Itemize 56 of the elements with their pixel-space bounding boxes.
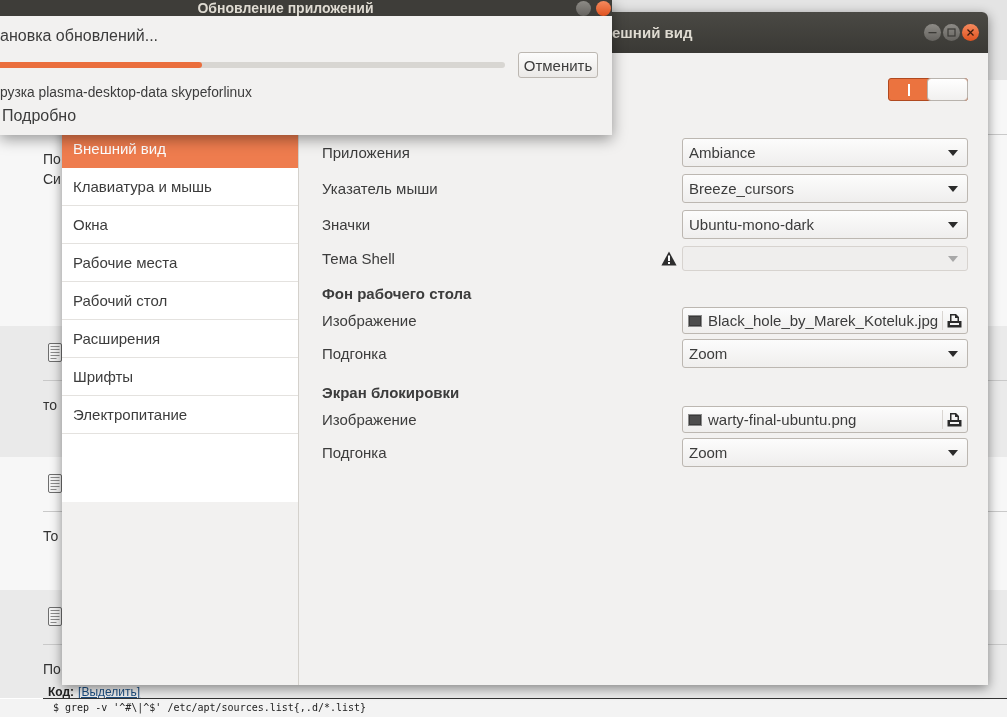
caret-icon bbox=[948, 350, 958, 357]
section-heading: Экран блокировки bbox=[322, 384, 460, 402]
close-icon bbox=[966, 28, 975, 37]
setting-label: Изображение bbox=[322, 410, 418, 430]
file-chooser-button[interactable]: Black_hole_by_Marek_Koteluk.jpg bbox=[682, 307, 968, 334]
maximize-button[interactable] bbox=[943, 24, 960, 41]
post-text: то bbox=[43, 396, 58, 415]
post-text: По bbox=[43, 660, 61, 679]
dropdown[interactable]: Zoom bbox=[682, 339, 968, 368]
window-title: ешний вид bbox=[612, 24, 694, 41]
dialog-title: Обновление приложений bbox=[196, 0, 375, 16]
dropdown[interactable]: Ambiance bbox=[682, 138, 968, 167]
toggle-switch[interactable] bbox=[888, 78, 968, 101]
dropdown[interactable]: Ubuntu-mono-dark bbox=[682, 210, 968, 239]
detail-text: рузка plasma-desktop-data skypeforlinux bbox=[0, 84, 252, 102]
setting-label: Указатель мыши bbox=[322, 179, 439, 199]
caret-icon bbox=[948, 185, 958, 192]
caret-icon bbox=[948, 149, 958, 156]
sidebar-item[interactable]: Электропитание bbox=[62, 396, 298, 434]
sidebar-item[interactable]: Расширения bbox=[62, 320, 298, 358]
sidebar-item[interactable]: Рабочие места bbox=[62, 244, 298, 282]
setting-label: Значки bbox=[322, 215, 372, 235]
document-icon bbox=[947, 412, 962, 427]
on-mark-icon bbox=[907, 83, 910, 96]
image-icon bbox=[688, 413, 702, 426]
setting-label: Тема Shell bbox=[322, 249, 396, 269]
setting-label: Подгонка bbox=[322, 443, 388, 463]
switch-knob[interactable] bbox=[928, 79, 967, 100]
code-label: Код: bbox=[48, 686, 75, 698]
document-icon bbox=[947, 313, 962, 328]
post-text: То bbox=[43, 527, 59, 546]
close-button[interactable] bbox=[962, 24, 979, 41]
maximize-icon bbox=[947, 28, 956, 37]
sidebar-item[interactable]: Рабочий стол bbox=[62, 282, 298, 320]
dropdown[interactable]: Breeze_cursors bbox=[682, 174, 968, 203]
status-text: ановка обновлений... bbox=[0, 26, 159, 46]
cancel-button[interactable]: Отменить bbox=[518, 52, 598, 78]
post-text: Си bbox=[43, 170, 61, 189]
setting-label: Подгонка bbox=[322, 344, 388, 364]
select-link[interactable]: [Выделить] bbox=[78, 686, 141, 698]
setting-label: Изображение bbox=[322, 311, 418, 331]
file-chooser-button[interactable]: warty-final-ubuntu.png bbox=[682, 406, 968, 433]
sidebar-item[interactable]: Клавиатура и мышь bbox=[62, 168, 298, 206]
post-text: По bbox=[43, 150, 61, 169]
caret-icon bbox=[948, 221, 958, 228]
minimize-button[interactable] bbox=[924, 24, 941, 41]
dropdown[interactable]: Zoom bbox=[682, 438, 968, 467]
sidebar-item[interactable]: Шрифты bbox=[62, 358, 298, 396]
close-button[interactable] bbox=[596, 0, 611, 16]
caret-icon bbox=[948, 255, 958, 262]
setting-label: Приложения bbox=[322, 143, 411, 163]
details-expander[interactable]: Подробно bbox=[2, 106, 77, 126]
section-heading: Фон рабочего стола bbox=[322, 285, 472, 303]
image-icon bbox=[688, 314, 702, 327]
minimize-button[interactable] bbox=[576, 0, 591, 16]
sidebar-item[interactable]: Окна bbox=[62, 206, 298, 244]
